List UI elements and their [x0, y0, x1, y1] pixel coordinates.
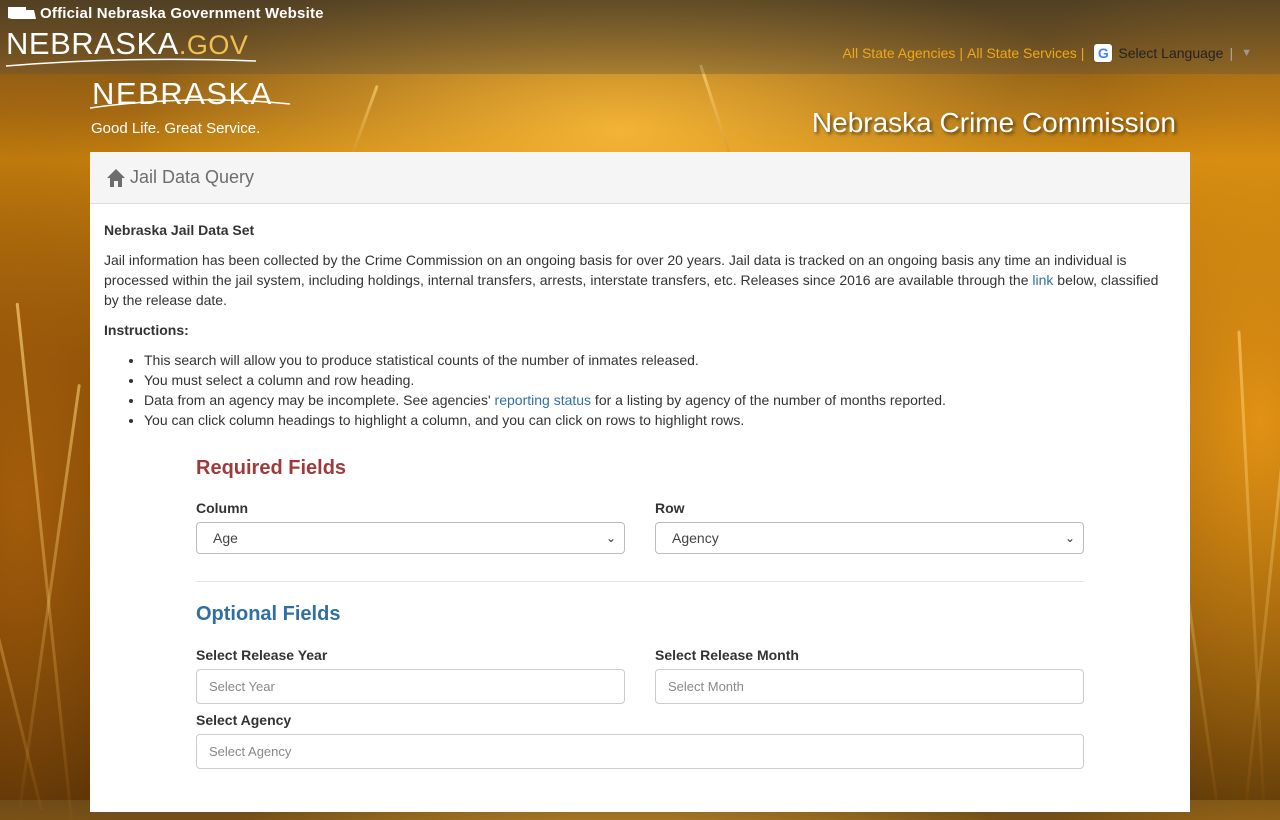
- logo-swoosh-icon: [6, 58, 256, 67]
- top-links: All State Agencies | All State Services …: [843, 44, 1252, 62]
- link-separator: |: [1080, 45, 1085, 61]
- official-text: Official Nebraska Government Website: [40, 4, 324, 22]
- list-item: Data from an agency may be incomplete. S…: [144, 390, 1176, 410]
- language-selector[interactable]: G Select Language | ▼: [1094, 44, 1252, 62]
- nebraska-gov-logo[interactable]: NEBRASKA.GOV: [6, 26, 256, 67]
- instruction-text: Data from an agency may be incomplete. S…: [144, 392, 495, 408]
- chevron-down-icon: ⌄: [605, 531, 616, 545]
- chevron-down-icon: ⌄: [1064, 531, 1075, 545]
- instruction-text: for a listing by agency of the number of…: [591, 392, 946, 408]
- brand-swoosh-icon: [90, 99, 290, 109]
- column-select[interactable]: Age ⌄: [196, 522, 625, 554]
- instructions-title: Instructions:: [104, 322, 189, 338]
- nebraska-state-icon: [8, 7, 36, 19]
- language-separator: |: [1229, 45, 1234, 61]
- section-divider: [196, 581, 1084, 582]
- all-state-services-link[interactable]: All State Services: [967, 45, 1077, 61]
- required-fields-title: Required Fields: [196, 457, 347, 479]
- intro-paragraph: Jail information has been collected by t…: [104, 250, 1176, 310]
- all-state-agencies-link[interactable]: All State Agencies: [843, 45, 956, 61]
- list-item: You must select a column and row heading…: [144, 370, 1176, 390]
- language-label: Select Language: [1118, 45, 1224, 61]
- list-item: This search will allow you to produce st…: [144, 350, 1176, 370]
- dataset-title: Nebraska Jail Data Set: [104, 222, 255, 238]
- instructions-list: This search will allow you to produce st…: [104, 350, 1176, 430]
- list-item: You can click column headings to highlig…: [144, 410, 1176, 430]
- data-link[interactable]: link: [1032, 272, 1053, 288]
- portal-suffix: .GOV: [178, 30, 249, 60]
- release-month-label: Select Release Month: [655, 647, 799, 663]
- chevron-down-icon: ▼: [1241, 47, 1252, 59]
- agency-title: Nebraska Crime Commission: [811, 107, 1176, 138]
- release-year-input[interactable]: [196, 669, 625, 704]
- row-label: Row: [655, 500, 685, 516]
- home-icon[interactable]: [106, 168, 126, 188]
- row-selected-value: Agency: [672, 530, 719, 546]
- row-select[interactable]: Agency ⌄: [655, 522, 1084, 554]
- link-separator: |: [959, 45, 964, 61]
- release-year-label: Select Release Year: [196, 647, 328, 663]
- panel-header: Jail Data Query: [90, 152, 1190, 204]
- main-panel: Jail Data Query Nebraska Jail Data Set J…: [90, 152, 1190, 812]
- column-selected-value: Age: [213, 530, 238, 546]
- portal-name: NEBRASKA: [6, 26, 179, 61]
- optional-fields-title: Optional Fields: [196, 603, 341, 625]
- query-form: Required Fields Column Age ⌄ Row Agency …: [196, 456, 1084, 769]
- agency-input[interactable]: [196, 734, 1084, 769]
- column-label: Column: [196, 500, 249, 516]
- nebraska-brand-logo[interactable]: NEBRASKA: [90, 78, 290, 109]
- content-area: Nebraska Jail Data Set Jail information …: [90, 204, 1190, 430]
- reporting-status-link[interactable]: reporting status: [495, 392, 592, 408]
- google-translate-icon: G: [1094, 44, 1113, 62]
- brand-tagline: Good Life. Great Service.: [91, 120, 261, 137]
- release-month-input[interactable]: [655, 669, 1084, 704]
- page-title: Jail Data Query: [130, 167, 255, 187]
- official-website-label: Official Nebraska Government Website: [8, 4, 324, 22]
- agency-label: Select Agency: [196, 712, 292, 728]
- official-banner: Official Nebraska Government Website NEB…: [0, 0, 1280, 74]
- intro-text-1: Jail information has been collected by t…: [104, 252, 1127, 288]
